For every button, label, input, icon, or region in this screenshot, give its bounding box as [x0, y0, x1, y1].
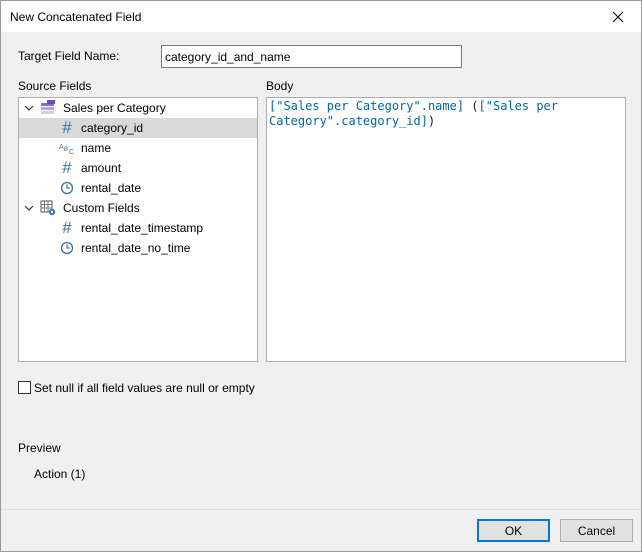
clock-icon	[59, 240, 75, 256]
custom-table-icon	[40, 200, 56, 216]
body-editor[interactable]: ["Sales per Category".name] (["Sales per…	[266, 97, 626, 362]
target-field-label: Target Field Name:	[18, 49, 120, 63]
body-literal: (	[464, 99, 479, 113]
abc-icon: A B C	[59, 140, 75, 156]
set-null-label: Set null if all field values are null or…	[34, 381, 255, 395]
tree-group-label: Sales per Category	[63, 101, 166, 115]
source-fields-tree[interactable]: Sales per Category # category_id A B C n…	[18, 97, 258, 362]
body-field-ref: ["Sales per Category".name]	[269, 99, 465, 113]
tree-item-label: amount	[81, 161, 122, 175]
tree-item-category-id[interactable]: # category_id	[19, 118, 257, 138]
tree-group-custom-fields[interactable]: Custom Fields	[19, 198, 257, 218]
tree-item-label: rental_date_no_time	[81, 241, 191, 255]
cancel-button[interactable]: Cancel	[560, 519, 633, 542]
tree-item-label: rental_date_timestamp	[81, 221, 204, 235]
tree-item-label: name	[81, 141, 112, 155]
svg-text:C: C	[69, 149, 74, 156]
tree-group-sales-per-category[interactable]: Sales per Category	[19, 98, 257, 118]
tree-item-rental-date-no-time[interactable]: rental_date_no_time	[19, 238, 257, 258]
svg-text:B: B	[64, 147, 68, 153]
preview-action: Action (1)	[34, 467, 86, 481]
body-literal: )	[427, 114, 436, 128]
tree-item-label: rental_date	[81, 181, 142, 195]
window-title: New Concatenated Field	[10, 10, 142, 24]
close-button[interactable]	[595, 1, 641, 32]
target-field-input[interactable]	[161, 45, 462, 68]
clock-icon	[59, 180, 75, 196]
ok-button[interactable]: OK	[477, 519, 550, 542]
title-bar: New Concatenated Field	[1, 1, 641, 32]
set-null-checkbox[interactable]	[18, 381, 31, 394]
close-icon	[612, 11, 624, 22]
hash-icon: #	[62, 118, 72, 137]
tree-item-rental-date-timestamp[interactable]: # rental_date_timestamp	[19, 218, 257, 238]
tree-item-name[interactable]: A B C name	[19, 138, 257, 158]
body-label: Body	[266, 79, 294, 93]
table-icon	[40, 100, 56, 116]
tree-group-label: Custom Fields	[63, 201, 140, 215]
hash-icon: #	[62, 158, 72, 177]
tree-item-label: category_id	[81, 121, 144, 135]
chevron-down-icon[interactable]	[23, 202, 35, 214]
tree-item-amount[interactable]: # amount	[19, 158, 257, 178]
source-fields-label: Source Fields	[18, 79, 92, 93]
dialog-window: New Concatenated Field Target Field Name…	[0, 0, 642, 552]
chevron-down-icon[interactable]	[23, 102, 35, 114]
preview-label: Preview	[18, 441, 61, 455]
tree-item-rental-date[interactable]: rental_date	[19, 178, 257, 198]
hash-icon: #	[62, 218, 72, 237]
